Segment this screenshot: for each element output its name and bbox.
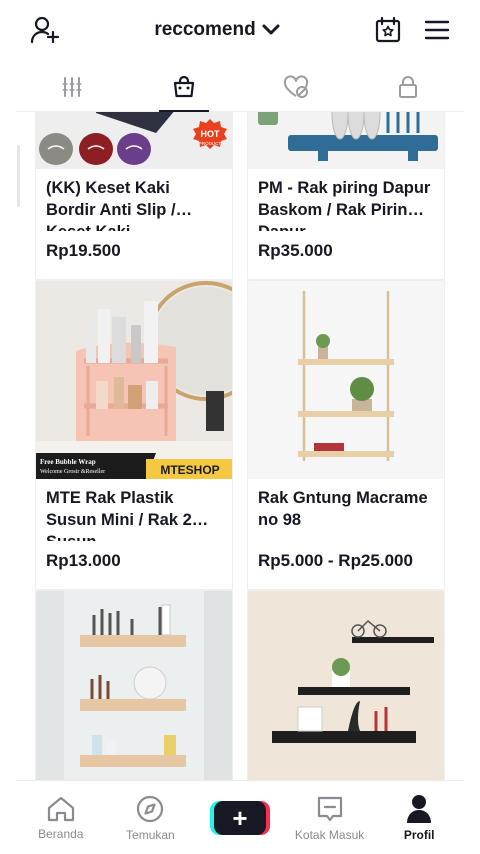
product-card[interactable] [35,590,233,780]
tab-videos[interactable] [16,62,128,111]
svg-text:PRODUCT: PRODUCT [199,141,222,146]
product-name: Rak Gntung Macrame no 98 [258,489,428,529]
product-card[interactable]: HOT PRODUCT (KK) Keset Kaki Bordir Anti … [35,112,233,280]
product-image: HOT PRODUCT [36,112,232,169]
top-bar: reccomend [0,0,480,60]
plus-icon: + [213,800,266,835]
scroll-indicator [17,145,20,207]
product-price: Rp19.500 [46,241,121,260]
product-name: MTE Rak Plastik Susun Mini / Rak 2 Susun [46,489,192,541]
compass-icon [135,794,165,824]
home-icon [46,795,76,823]
product-image [248,591,444,780]
tab-private[interactable] [352,62,464,111]
inbox-icon [315,794,345,824]
page-title: reccomend [154,19,256,40]
tab-shop[interactable] [128,62,240,111]
product-price: Rp35.000 [258,241,333,260]
nav-inbox[interactable]: Kotak Masuk [285,781,375,854]
lock-icon [397,75,419,99]
nav-home[interactable]: Beranda [16,781,106,854]
product-image [248,112,444,169]
nav-profile[interactable]: Profil [374,781,464,854]
product-card[interactable]: PM - Rak piring Dapur Baskom / Rak Pirin… [247,112,445,280]
product-price: Rp5.000 - Rp25.000 [258,551,413,570]
product-image [248,281,444,479]
brand-watermark: MTESHOP [160,463,219,477]
product-price: Rp13.000 [46,551,121,570]
grid-icon [61,76,83,98]
product-card[interactable]: Free Bubble Wrap Welcome Grosir &Reselle… [35,280,233,590]
profile-view-selector[interactable]: reccomend [154,19,280,41]
product-image: Free Bubble Wrap Welcome Grosir &Reselle… [36,281,232,479]
product-card[interactable]: Rak Gntung Macrame no 98 Rp5.000 - Rp25.… [247,280,445,590]
product-grid: HOT PRODUCT (KK) Keset Kaki Bordir Anti … [35,112,445,780]
profile-icon [405,794,433,824]
shopping-bag-icon [172,75,196,99]
banner-text: Free Bubble Wrap [40,458,96,466]
nav-discover-label: Temukan [126,827,175,842]
calendar-star-icon[interactable] [374,16,402,44]
product-card[interactable] [247,590,445,780]
bottom-navigation: Beranda Temukan + Kotak Masuk Profil [16,780,464,854]
banner-subtext: Welcome Grosir &Reseller [40,469,105,475]
liked-hidden-icon [282,74,310,99]
nav-profile-label: Profil [403,827,435,842]
product-name: (KK) Keset Kaki Bordir Anti Slip / Keset… [46,179,176,231]
svg-text:HOT: HOT [201,129,221,139]
product-name: PM - Rak piring Dapur Baskom / Rak Pirin… [258,179,431,231]
profile-tabs [16,62,464,112]
app-screen: reccomend HOT PRODUCT (KK) Keset Kaki Bo… [0,0,480,854]
menu-icon[interactable] [424,19,450,41]
chevron-down-icon [262,23,280,37]
add-user-icon[interactable] [30,15,60,45]
nav-inbox-label: Kotak Masuk [294,827,365,842]
nav-home-label: Beranda [38,826,84,841]
tab-liked[interactable] [240,62,352,111]
nav-discover[interactable]: Temukan [106,781,196,854]
product-image [36,591,232,780]
nav-create[interactable]: + [195,781,285,854]
